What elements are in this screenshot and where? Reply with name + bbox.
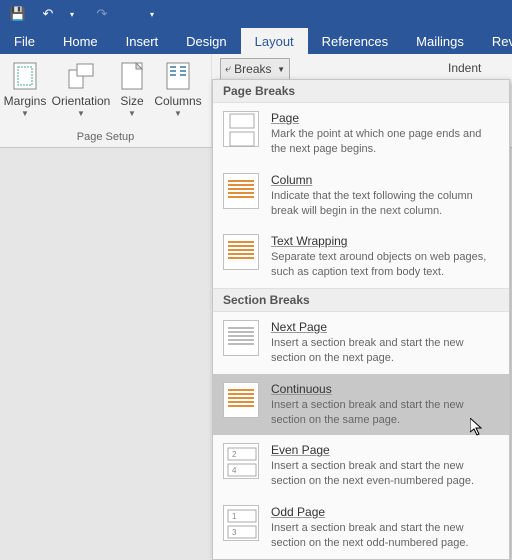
break-option-continuous[interactable]: Continuous Insert a section break and st… <box>213 374 509 436</box>
column-break-icon <box>223 173 259 209</box>
break-option-page[interactable]: Page Mark the point at which one page en… <box>213 103 509 165</box>
columns-icon <box>162 60 194 92</box>
quick-access-toolbar: 💾 ↶ ▾ ↷ ▾ <box>0 0 512 28</box>
save-icon[interactable]: 💾 <box>6 3 30 25</box>
page-break-icon <box>223 111 259 147</box>
tab-insert[interactable]: Insert <box>112 28 173 54</box>
orientation-button[interactable]: Orientation ▼ <box>50 60 112 118</box>
group-page-setup: Margins ▼ Orientation ▼ Size ▼ Columns ▼… <box>0 54 212 147</box>
option-title: Continuous <box>271 382 499 396</box>
margins-button[interactable]: Margins ▼ <box>0 60 50 118</box>
option-desc: Insert a section break and start the new… <box>271 398 499 428</box>
size-label: Size <box>120 94 143 108</box>
option-desc: Indicate that the text following the col… <box>271 189 499 219</box>
customize-qat-icon[interactable]: ▾ <box>140 3 164 25</box>
option-title: Column <box>271 173 499 187</box>
indent-label: Indent <box>448 61 481 75</box>
svg-text:1: 1 <box>232 512 237 521</box>
break-option-column[interactable]: Column Indicate that the text following … <box>213 165 509 227</box>
chevron-down-icon: ▼ <box>174 109 182 118</box>
indent-spacing-labels: Indent Spacing <box>210 61 512 75</box>
chevron-down-icon: ▼ <box>128 109 136 118</box>
undo-more-icon[interactable]: ▾ <box>60 3 84 25</box>
redo-icon[interactable]: ↷ <box>90 3 114 25</box>
break-option-even-page[interactable]: 24 Even Page Insert a section break and … <box>213 435 509 497</box>
svg-text:2: 2 <box>232 450 237 459</box>
size-button[interactable]: Size ▼ <box>112 60 152 118</box>
break-option-next-page[interactable]: Next Page Insert a section break and sta… <box>213 312 509 374</box>
tab-mailings[interactable]: Mailings <box>402 28 478 54</box>
dropdown-header-section-breaks: Section Breaks <box>213 288 509 312</box>
tab-references[interactable]: References <box>308 28 402 54</box>
option-title: Text Wrapping <box>271 234 499 248</box>
group-label-page-setup: Page Setup <box>0 129 211 147</box>
breaks-dropdown: Page Breaks Page Mark the point at which… <box>212 79 510 560</box>
chevron-down-icon: ▼ <box>21 109 29 118</box>
option-desc: Insert a section break and start the new… <box>271 459 499 489</box>
tab-home[interactable]: Home <box>49 28 112 54</box>
margins-label: Margins <box>4 94 47 108</box>
tab-review[interactable]: Revie <box>478 28 512 54</box>
odd-page-icon: 13 <box>223 505 259 541</box>
tab-file[interactable]: File <box>0 28 49 54</box>
dropdown-header-page-breaks: Page Breaks <box>213 80 509 103</box>
columns-button[interactable]: Columns ▼ <box>152 60 204 118</box>
option-title: Odd Page <box>271 505 499 519</box>
option-title: Page <box>271 111 499 125</box>
orientation-label: Orientation <box>52 94 111 108</box>
break-option-text-wrapping[interactable]: Text Wrapping Separate text around objec… <box>213 226 509 288</box>
continuous-icon <box>223 382 259 418</box>
option-desc: Separate text around objects on web page… <box>271 250 499 280</box>
chevron-down-icon: ▼ <box>77 109 85 118</box>
tab-design[interactable]: Design <box>172 28 240 54</box>
option-title: Even Page <box>271 443 499 457</box>
option-desc: Mark the point at which one page ends an… <box>271 127 499 157</box>
svg-text:3: 3 <box>232 528 237 537</box>
ribbon-tabs: File Home Insert Design Layout Reference… <box>0 28 512 54</box>
svg-text:4: 4 <box>232 466 237 475</box>
text-wrapping-icon <box>223 234 259 270</box>
margins-icon <box>9 60 41 92</box>
undo-icon[interactable]: ↶ <box>36 3 60 25</box>
orientation-icon <box>65 60 97 92</box>
option-title: Next Page <box>271 320 499 334</box>
columns-label: Columns <box>154 94 201 108</box>
option-desc: Insert a section break and start the new… <box>271 521 499 551</box>
tab-layout[interactable]: Layout <box>241 28 308 54</box>
option-desc: Insert a section break and start the new… <box>271 336 499 366</box>
even-page-icon: 24 <box>223 443 259 479</box>
size-icon <box>116 60 148 92</box>
next-page-icon <box>223 320 259 356</box>
